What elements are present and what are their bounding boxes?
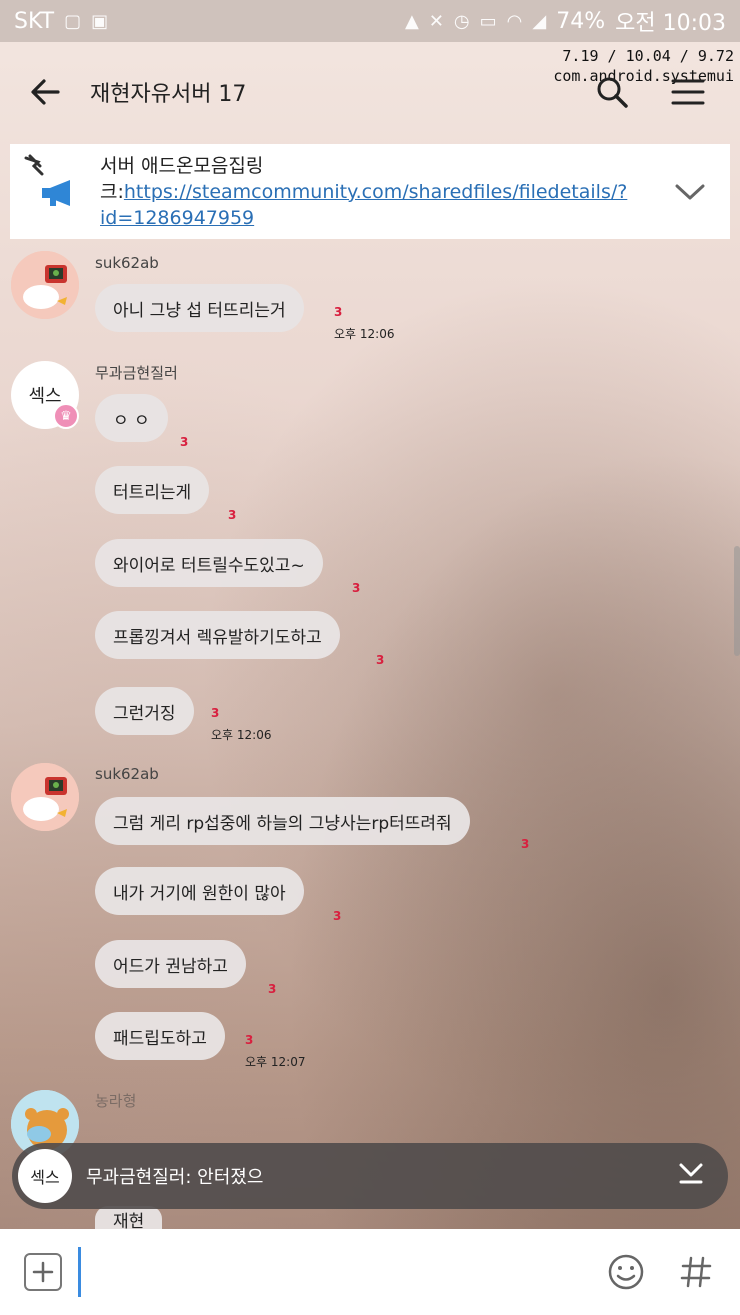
message-bubble[interactable]: 어드가 권남하고	[95, 940, 246, 988]
duck-tv-avatar-icon	[11, 763, 79, 831]
message-time: 오후 12:06	[334, 327, 395, 341]
battery-label: 74%	[556, 8, 606, 34]
pin-icon	[24, 154, 44, 176]
message-bubble[interactable]: ㅇ ㅇ	[95, 394, 168, 442]
chat-header: 재현자유서버 17	[0, 42, 740, 142]
back-arrow-icon	[31, 79, 60, 105]
search-icon	[597, 77, 628, 108]
hashtag-button[interactable]	[676, 1252, 716, 1292]
scrollbar-thumb[interactable]	[734, 546, 740, 656]
message-time: 오후 12:07	[245, 1055, 306, 1069]
message-bubble[interactable]: 프롭낑겨서 렉유발하기도하고	[95, 611, 340, 659]
message-bubble[interactable]: 패드립도하고	[95, 1012, 225, 1060]
notice-icon-area	[10, 144, 100, 239]
search-button[interactable]	[594, 74, 630, 110]
plus-icon	[32, 1261, 54, 1283]
popup-text: 무과금현질러: 안터졌으	[86, 1167, 264, 1188]
clock-label: 오전 10:03	[615, 11, 726, 36]
signal-icon: ◢	[532, 10, 547, 32]
message-bubble[interactable]: 그런거징	[95, 687, 194, 735]
menu-icon	[671, 79, 705, 105]
back-button[interactable]	[0, 42, 90, 142]
unread-count: 3	[180, 435, 189, 449]
chevron-down-icon	[675, 184, 705, 199]
popup-avatar: 섹스	[18, 1149, 72, 1203]
unread-count: 3	[228, 508, 237, 522]
unread-count: 3	[245, 1033, 254, 1047]
sender-name: suk62ab	[95, 765, 159, 783]
wifi-icon: ◠	[506, 10, 523, 32]
avatar-text: 섹스	[28, 386, 62, 407]
lock-icon: ▲	[404, 10, 419, 32]
message-bubble[interactable]: 와이어로 터트릴수도있고~	[95, 539, 323, 587]
sender-name: suk62ab	[95, 254, 159, 272]
message-time: 오후 12:06	[211, 728, 272, 742]
sender-name: 농라형	[95, 1092, 137, 1110]
status-bar: SKT ▢ ▣ ▲ ✕ ◷ ▭ ◠ ◢ 74% 오전 10:03	[0, 0, 740, 42]
message-bubble[interactable]: 아니 그냥 섭 터뜨리는거	[95, 284, 304, 332]
calendar-icon: ▣	[91, 10, 109, 32]
unread-count: 3	[334, 305, 343, 319]
carrier-label: SKT	[14, 8, 55, 34]
mute-icon: ✕	[428, 10, 444, 32]
sim-icon: ▢	[64, 10, 82, 32]
notice-text: 서버 애드온모음집링크:https://steamcommunity.com/s…	[100, 153, 650, 231]
megaphone-icon	[42, 180, 70, 206]
scroll-to-bottom-button[interactable]	[678, 1161, 704, 1191]
unread-count: 3	[376, 653, 385, 667]
hash-icon	[680, 1256, 712, 1288]
unread-count: 3	[268, 982, 277, 996]
arrow-down-bar-icon	[679, 1163, 703, 1184]
unread-count: 3	[333, 909, 342, 923]
emoji-icon	[608, 1254, 644, 1290]
host-crown-icon: ♛	[53, 403, 79, 429]
avatar-suk62ab[interactable]	[11, 251, 79, 319]
message-bubble[interactable]: 터트리는게	[95, 466, 210, 514]
notice-expand-button[interactable]	[650, 183, 730, 201]
attach-button[interactable]	[24, 1253, 62, 1291]
room-title: 재현자유서버 17	[90, 82, 247, 107]
unread-count: 3	[211, 706, 220, 720]
message-input-bar	[0, 1229, 740, 1315]
message-input[interactable]	[78, 1247, 606, 1297]
unread-count: 3	[352, 581, 361, 595]
notice-banner[interactable]: 서버 애드온모음집링크:https://steamcommunity.com/s…	[10, 144, 730, 239]
message-bubble[interactable]: 내가 거기에 원한이 많아	[95, 867, 304, 915]
new-message-popup[interactable]: 섹스 무과금현질러: 안터졌으	[12, 1143, 728, 1209]
menu-button[interactable]	[670, 74, 706, 110]
unread-count: 3	[521, 837, 530, 851]
alarm-icon: ◷	[453, 10, 470, 32]
duck-tv-avatar-icon	[11, 251, 79, 319]
emoji-button[interactable]	[606, 1252, 646, 1292]
sender-name: 무과금현질러	[95, 364, 178, 382]
notice-link[interactable]: https://steamcommunity.com/sharedfiles/f…	[100, 181, 627, 229]
volte-icon: ▭	[479, 10, 497, 32]
avatar-suk62ab[interactable]	[11, 763, 79, 831]
message-bubble[interactable]: 그럼 게리 rp섭중에 하늘의 그냥사는rp터뜨려줘	[95, 797, 470, 845]
